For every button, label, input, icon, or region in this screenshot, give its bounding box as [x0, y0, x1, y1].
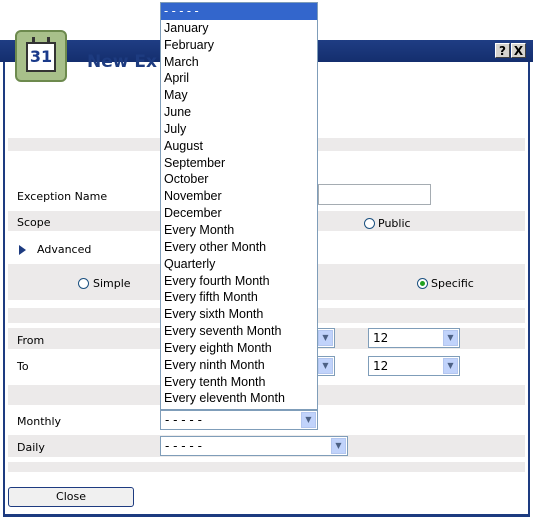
public-radio[interactable] [364, 218, 375, 229]
dropdown-option[interactable]: Every other Month [161, 239, 317, 256]
from-label: From [17, 334, 45, 347]
simple-radio-label: Simple [93, 277, 131, 290]
daily-label: Daily [17, 441, 45, 454]
chevron-down-icon: ▼ [318, 358, 333, 374]
close-button[interactable]: Close [8, 487, 134, 507]
exception-name-label: Exception Name [17, 190, 108, 203]
dropdown-option[interactable]: October [161, 171, 317, 188]
dropdown-option[interactable]: Every seventh Month [161, 323, 317, 340]
dropdown-option[interactable]: Every fourth Month [161, 273, 317, 290]
dropdown-option[interactable]: January [161, 20, 317, 37]
expand-arrow-icon[interactable] [19, 245, 26, 255]
from-hour-value: 12 [373, 331, 389, 345]
monthly-select[interactable]: - - - - - ▼ [160, 410, 318, 430]
chevron-down-icon: ▼ [443, 358, 458, 374]
public-radio-label: Public [378, 217, 411, 230]
monthly-dropdown-list[interactable]: - - - - - January February March April May Ju… [160, 2, 318, 410]
section-divider [8, 462, 525, 472]
calendar-icon: 31 [15, 30, 67, 82]
dropdown-option[interactable]: April [161, 70, 317, 87]
dropdown-option[interactable]: Every sixth Month [161, 306, 317, 323]
dropdown-option[interactable]: Every fifth Month [161, 289, 317, 306]
dropdown-option-selected[interactable]: - - - - - [161, 3, 317, 20]
dropdown-option[interactable]: June [161, 104, 317, 121]
dropdown-option[interactable]: Every eleventh Month [161, 390, 317, 407]
simple-radio[interactable] [78, 278, 89, 289]
dropdown-option[interactable]: Every Month [161, 222, 317, 239]
help-button[interactable]: ? [495, 43, 510, 58]
dropdown-option[interactable]: Every ninth Month [161, 357, 317, 374]
specific-radio[interactable] [417, 278, 428, 289]
daily-select-value: - - - - - [165, 439, 202, 453]
monthly-select-value: - - - - - [165, 413, 202, 427]
dropdown-option[interactable]: December [161, 205, 317, 222]
scope-label: Scope [17, 216, 51, 229]
dropdown-option[interactable]: Every tenth Month [161, 374, 317, 391]
dropdown-option[interactable]: Quarterly [161, 256, 317, 273]
chevron-down-icon: ▼ [318, 330, 333, 346]
close-window-button[interactable]: X [511, 43, 526, 58]
calendar-icon-date: 31 [26, 42, 56, 72]
chevron-down-icon: ▼ [331, 438, 346, 454]
to-hour-select[interactable]: 12 ▼ [368, 356, 460, 376]
from-hour-select[interactable]: 12 ▼ [368, 328, 460, 348]
chevron-down-icon: ▼ [443, 330, 458, 346]
dropdown-option[interactable]: Every eighth Month [161, 340, 317, 357]
dropdown-option[interactable]: August [161, 138, 317, 155]
dropdown-option[interactable]: November [161, 188, 317, 205]
exception-name-field[interactable] [318, 184, 431, 205]
dropdown-option[interactable]: September [161, 155, 317, 172]
dropdown-option[interactable]: March [161, 54, 317, 71]
to-hour-value: 12 [373, 359, 389, 373]
dropdown-option[interactable]: May [161, 87, 317, 104]
monthly-label: Monthly [17, 415, 62, 428]
to-label: To [17, 360, 29, 373]
advanced-toggle[interactable]: Advanced [37, 243, 91, 256]
specific-radio-label: Specific [431, 277, 474, 290]
page-title: New Ex [87, 52, 157, 72]
dropdown-option[interactable]: February [161, 37, 317, 54]
dropdown-option[interactable]: July [161, 121, 317, 138]
chevron-down-icon: ▼ [301, 412, 316, 428]
daily-select[interactable]: - - - - - ▼ [160, 436, 348, 456]
